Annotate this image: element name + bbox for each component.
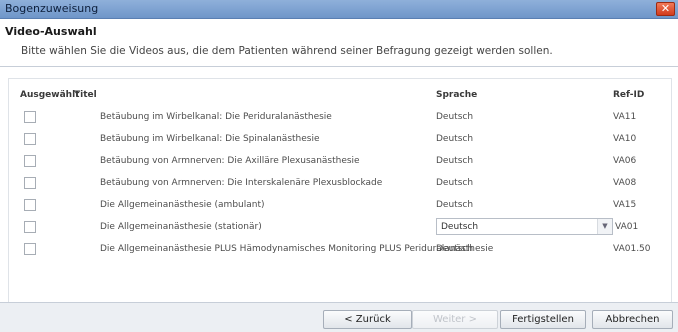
row-language: Deutsch: [436, 178, 474, 188]
row-title: Betäubung von Armnerven: Die Axilläre Pl…: [100, 156, 360, 166]
row-ref-id: VA11: [613, 112, 637, 122]
row-title: Die Allgemeinanästhesie (stationär): [100, 222, 262, 232]
language-select-value: Deutsch: [441, 222, 479, 232]
row-ref-id: VA08: [613, 178, 637, 188]
row-checkbox[interactable]: [24, 243, 36, 255]
close-button[interactable]: ✕: [656, 2, 675, 16]
row-checkbox[interactable]: [24, 133, 36, 145]
finish-button[interactable]: Fertigstellen: [500, 310, 586, 329]
cancel-button[interactable]: Abbrechen: [592, 310, 673, 329]
next-button[interactable]: Weiter >: [412, 310, 498, 329]
table-row[interactable]: Die Allgemeinanästhesie (stationär) Deut…: [9, 217, 671, 239]
page-description: Bitte wählen Sie die Videos aus, die dem…: [21, 45, 553, 57]
row-ref-id: VA10: [613, 134, 637, 144]
page-title: Video-Auswahl: [5, 25, 97, 38]
wizard-footer: < Zurück Weiter > Fertigstellen Abbreche…: [0, 302, 678, 332]
column-header-selected[interactable]: Ausgewählt: [20, 90, 79, 100]
table-row[interactable]: Die Allgemeinanästhesie (ambulant) Deuts…: [9, 195, 671, 217]
title-bar: Bogenzuweisung ✕: [0, 0, 678, 19]
row-checkbox[interactable]: [24, 177, 36, 189]
row-ref-id: VA01.50: [613, 244, 651, 254]
column-header-language[interactable]: Sprache: [436, 90, 477, 100]
row-checkbox[interactable]: [24, 155, 36, 167]
row-title: Betäubung im Wirbelkanal: Die Peridurala…: [100, 112, 332, 122]
window-title: Bogenzuweisung: [5, 2, 99, 15]
language-select[interactable]: Deutsch ▼: [436, 218, 613, 235]
wizard-header: Video-Auswahl Bitte wählen Sie die Video…: [0, 19, 678, 67]
row-ref-id: VA15: [613, 200, 637, 210]
chevron-down-icon[interactable]: ▼: [597, 219, 612, 234]
back-button[interactable]: < Zurück: [323, 310, 412, 329]
row-title: Betäubung im Wirbelkanal: Die Spinalanäs…: [100, 134, 320, 144]
row-language: Deutsch: [436, 134, 474, 144]
row-title: Die Allgemeinanästhesie PLUS Hämodynamis…: [100, 244, 494, 254]
table-row[interactable]: Betäubung von Armnerven: Die Axilläre Pl…: [9, 151, 671, 173]
table-row[interactable]: Die Allgemeinanästhesie PLUS Hämodynamis…: [9, 239, 671, 261]
column-header-title[interactable]: Titel: [74, 90, 97, 100]
row-ref-id: VA06: [613, 156, 637, 166]
table-row[interactable]: Betäubung im Wirbelkanal: Die Spinalanäs…: [9, 129, 671, 151]
row-checkbox[interactable]: [24, 199, 36, 211]
row-checkbox[interactable]: [24, 221, 36, 233]
row-title: Die Allgemeinanästhesie (ambulant): [100, 200, 265, 210]
row-title: Betäubung von Armnerven: Die Interskalen…: [100, 178, 383, 188]
row-language: Deutsch: [436, 244, 474, 254]
close-icon: ✕: [660, 2, 671, 15]
row-ref-id: VA01: [615, 222, 639, 232]
table-row[interactable]: Betäubung von Armnerven: Die Interskalen…: [9, 173, 671, 195]
column-header-ref-id[interactable]: Ref-ID: [613, 90, 644, 100]
table-row[interactable]: Betäubung im Wirbelkanal: Die Peridurala…: [9, 107, 671, 129]
video-table: Ausgewählt Titel Sprache Ref-ID Betäubun…: [8, 78, 672, 303]
row-language: Deutsch: [436, 112, 474, 122]
row-language: Deutsch: [436, 200, 474, 210]
row-language: Deutsch: [436, 156, 474, 166]
row-checkbox[interactable]: [24, 111, 36, 123]
